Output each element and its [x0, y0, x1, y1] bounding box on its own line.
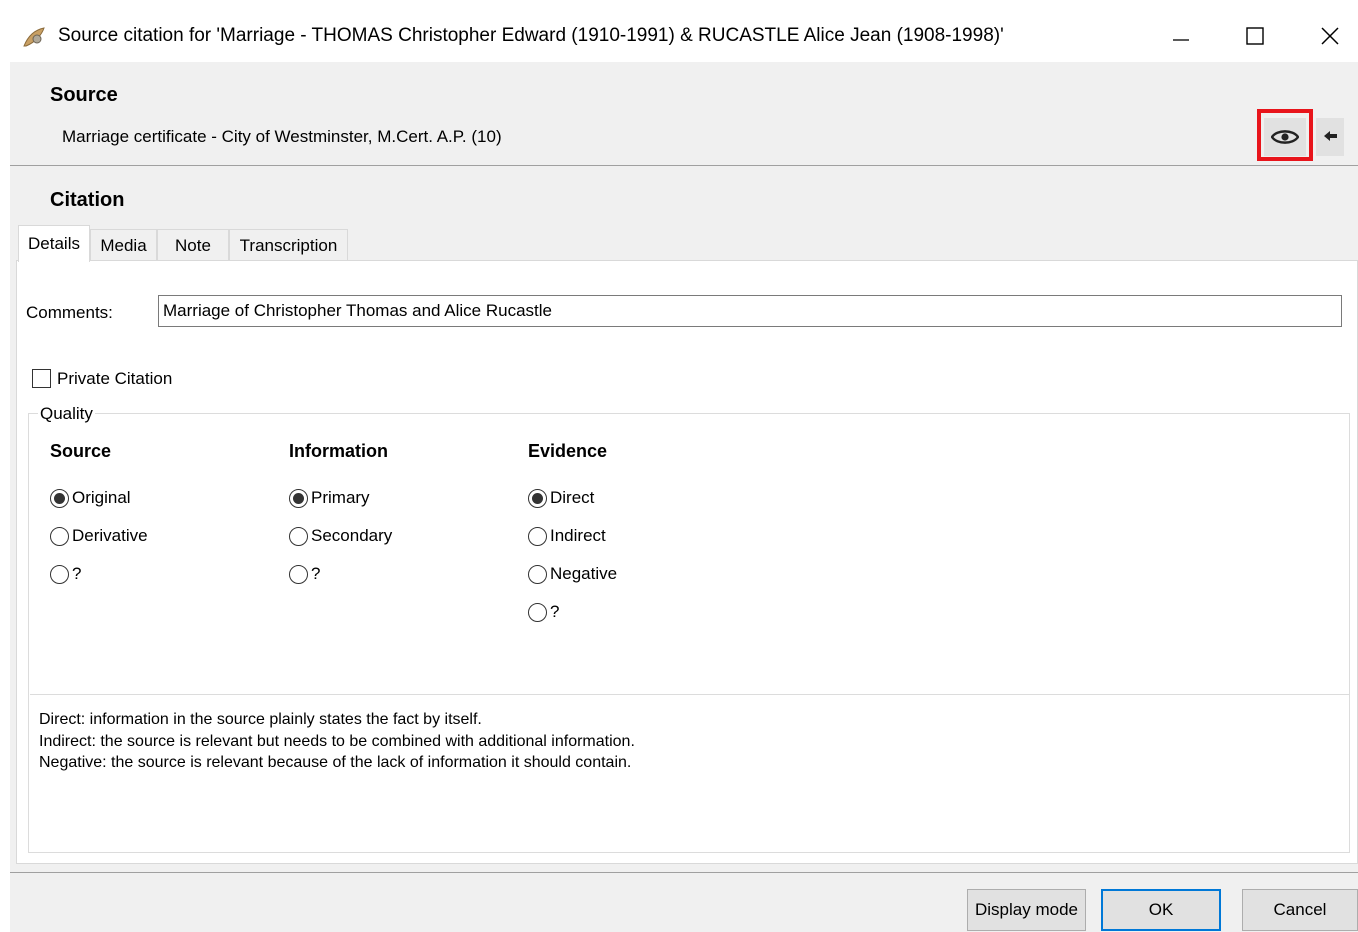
radio-button[interactable] [289, 564, 308, 584]
radio-button[interactable] [528, 564, 547, 584]
source-panel [10, 62, 1358, 166]
minimize-icon [1173, 39, 1189, 41]
close-icon [1321, 27, 1339, 45]
radio-button[interactable] [289, 526, 308, 546]
radio-label: Direct [550, 488, 595, 507]
radio-label: ? [72, 564, 82, 583]
radio-information-secondary[interactable]: Secondary [289, 524, 392, 548]
comments-label: Comments: [26, 303, 113, 322]
radio-label: Negative [550, 564, 618, 583]
maximize-icon [1246, 27, 1264, 45]
highlight-box [1257, 109, 1313, 161]
maximize-button[interactable] [1232, 14, 1278, 58]
radio-source-original[interactable]: Original [50, 486, 131, 510]
radio-label: ? [550, 602, 560, 621]
radio-label: ? [311, 564, 321, 583]
go-to-source-button[interactable] [1316, 118, 1344, 156]
help-line-indirect: Indirect: the source is relevant but nee… [39, 732, 635, 750]
arrow-left-icon [1324, 131, 1337, 141]
radio-evidence-indirect[interactable]: Indirect [528, 524, 606, 548]
radio-evidence-direct[interactable]: Direct [528, 486, 594, 510]
quality-help-text: Direct: information in the source plainl… [39, 709, 635, 774]
quality-group [28, 413, 1350, 853]
radio-button[interactable] [50, 488, 69, 508]
source-value: Marriage certificate - City of Westminst… [62, 127, 502, 146]
private-citation-checkbox[interactable] [32, 369, 51, 388]
app-logo-icon [22, 26, 46, 48]
radio-label: Indirect [550, 526, 606, 545]
radio-label: Original [72, 488, 131, 507]
cancel-button[interactable]: Cancel [1242, 889, 1358, 931]
display-mode-button[interactable]: Display mode [967, 889, 1086, 931]
radio-button[interactable] [289, 488, 308, 508]
radio-information-unknown[interactable]: ? [289, 562, 320, 586]
citation-heading: Citation [50, 189, 125, 211]
information-quality-heading: Information [289, 441, 388, 461]
tab-note[interactable]: Note [157, 229, 229, 261]
tab-media[interactable]: Media [90, 229, 157, 261]
radio-evidence-negative[interactable]: Negative [528, 562, 617, 586]
radio-evidence-unknown[interactable]: ? [528, 600, 559, 624]
minimize-button[interactable] [1158, 14, 1204, 58]
tab-transcription[interactable]: Transcription [229, 229, 348, 261]
quality-legend: Quality [38, 404, 95, 424]
comments-input[interactable] [158, 295, 1342, 327]
radio-button[interactable] [528, 488, 547, 508]
radio-label: Primary [311, 488, 370, 507]
quality-divider [30, 694, 1350, 695]
help-line-negative: Negative: the source is relevant because… [39, 754, 632, 771]
source-heading: Source [50, 84, 118, 106]
radio-source-derivative[interactable]: Derivative [50, 524, 148, 548]
tab-details[interactable]: Details [18, 225, 90, 262]
radio-button[interactable] [528, 526, 547, 546]
evidence-quality-heading: Evidence [528, 441, 608, 461]
private-citation-label: Private Citation [57, 369, 173, 388]
close-button[interactable] [1307, 14, 1353, 58]
radio-source-unknown[interactable]: ? [50, 562, 81, 586]
radio-button[interactable] [528, 602, 547, 622]
window-title: Source citation for 'Marriage - THOMAS C… [58, 25, 1004, 46]
radio-information-primary[interactable]: Primary [289, 486, 370, 510]
radio-label: Derivative [72, 526, 148, 545]
ok-button[interactable]: OK [1101, 889, 1221, 931]
source-quality-heading: Source [50, 441, 112, 461]
radio-button[interactable] [50, 564, 69, 584]
radio-label: Secondary [311, 526, 393, 545]
radio-button[interactable] [50, 526, 69, 546]
help-line-direct: Direct: information in the source plainl… [39, 711, 482, 728]
